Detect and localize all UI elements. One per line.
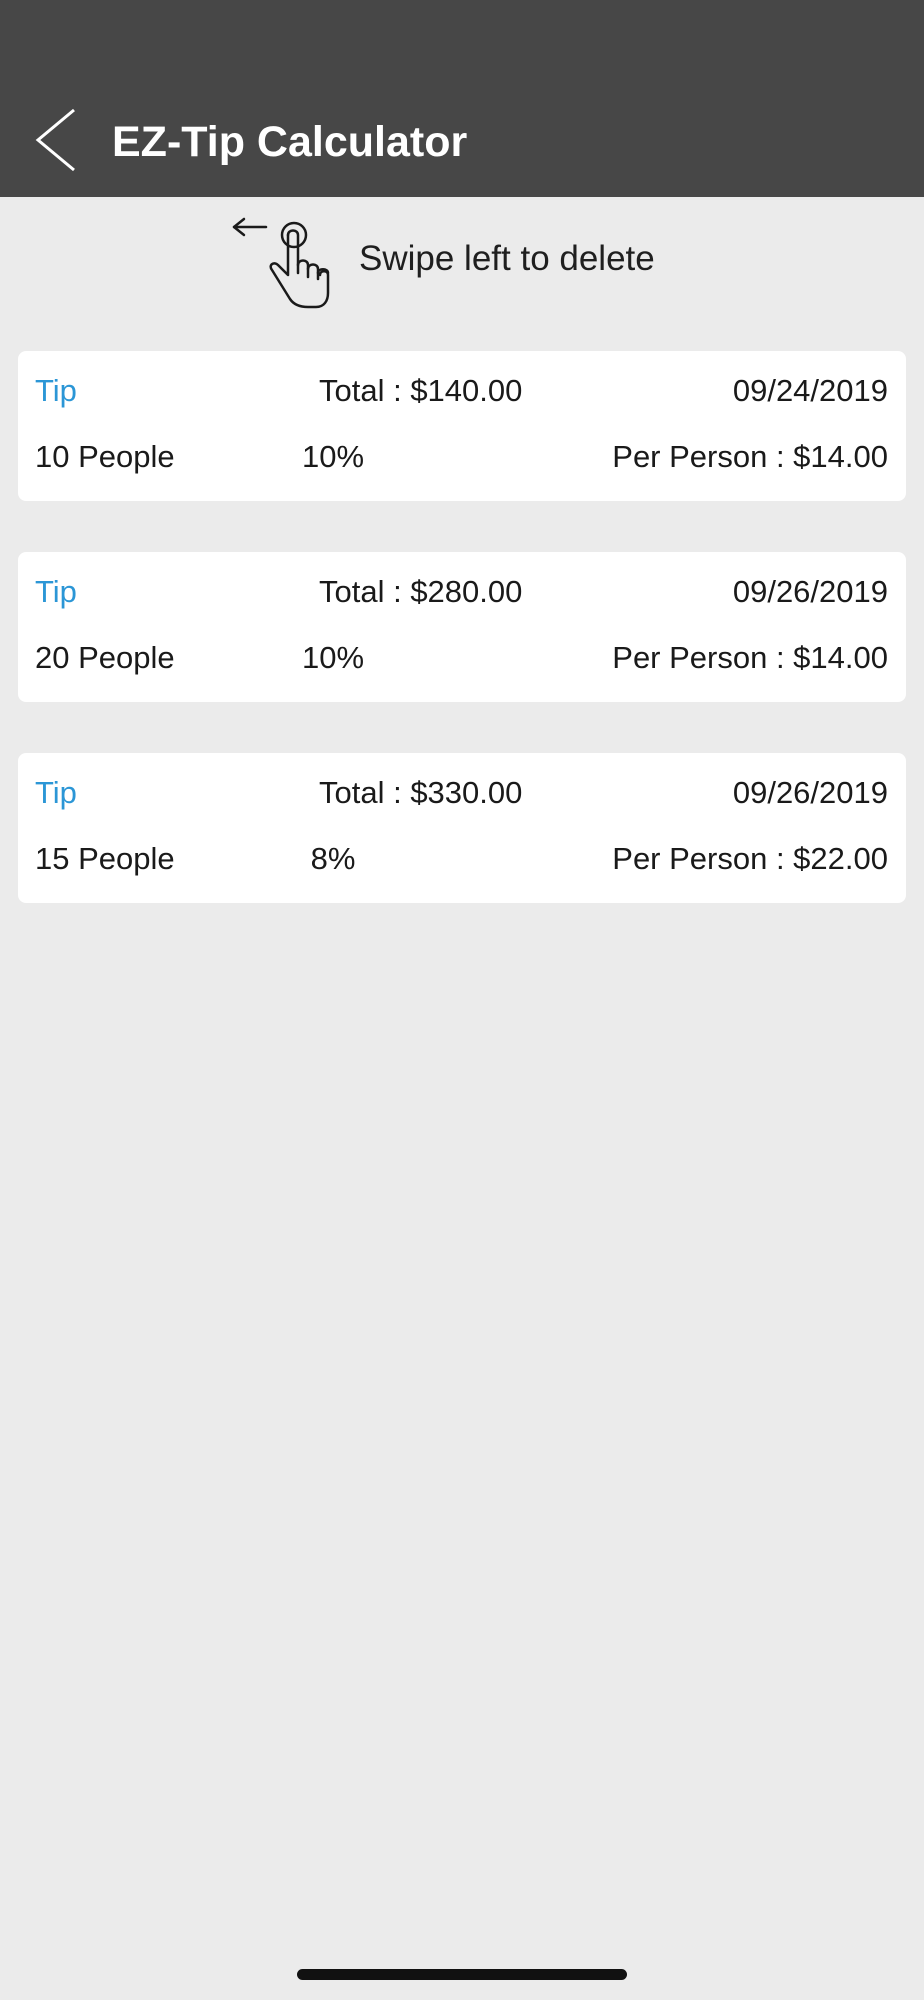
card-per-person: Per Person : $14.00 xyxy=(612,439,888,474)
card-people: 15 People xyxy=(35,841,175,876)
card-per-person: Per Person : $14.00 xyxy=(612,640,888,675)
card-label: Tip xyxy=(35,373,77,408)
history-card[interactable]: Tip Total : $280.00 09/26/2019 20 People… xyxy=(18,552,906,702)
card-people: 20 People xyxy=(35,640,175,675)
card-total: Total : $140.00 xyxy=(319,373,523,408)
card-total: Total : $280.00 xyxy=(319,574,523,609)
home-indicator[interactable] xyxy=(297,1969,627,1980)
card-label: Tip xyxy=(35,574,77,609)
card-date: 09/26/2019 xyxy=(732,574,888,609)
swipe-left-hand-icon xyxy=(232,217,330,309)
card-people: 10 People xyxy=(35,439,175,474)
history-card[interactable]: Tip Total : $330.00 09/26/2019 15 People… xyxy=(18,753,906,903)
history-card[interactable]: Tip Total : $140.00 09/24/2019 10 People… xyxy=(18,351,906,501)
app-header: EZ-Tip Calculator xyxy=(0,0,924,197)
card-date: 09/26/2019 xyxy=(732,775,888,810)
card-total: Total : $330.00 xyxy=(319,775,523,810)
card-percent: 10% xyxy=(301,640,365,675)
card-per-person: Per Person : $22.00 xyxy=(612,841,888,876)
chevron-left-icon xyxy=(35,108,75,172)
back-button[interactable] xyxy=(28,100,88,180)
swipe-hint-text: Swipe left to delete xyxy=(359,239,655,278)
card-date: 09/24/2019 xyxy=(732,373,888,408)
card-label: Tip xyxy=(35,775,77,810)
card-percent: 10% xyxy=(301,439,365,474)
card-percent: 8% xyxy=(310,841,356,876)
swipe-hint: Swipe left to delete xyxy=(0,197,924,327)
page-title: EZ-Tip Calculator xyxy=(112,118,468,166)
